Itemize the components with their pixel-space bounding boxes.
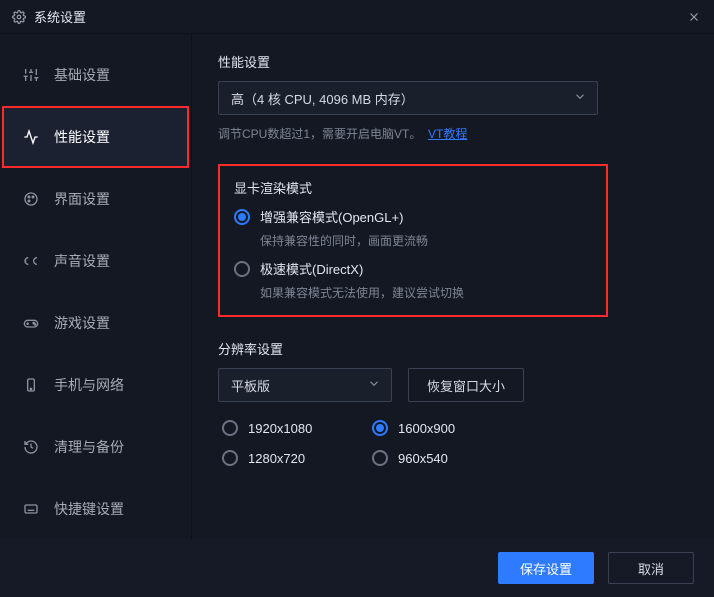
perf-level-value: 高（4 核 CPU, 4096 MB 内存） (231, 89, 414, 108)
close-button[interactable] (686, 9, 702, 25)
perf-section-title: 性能设置 (218, 52, 688, 71)
sidebar-item-label: 基础设置 (54, 65, 110, 85)
sidebar-item-basic[interactable]: 基础设置 (0, 44, 191, 106)
radio-icon (234, 261, 250, 277)
cancel-button[interactable]: 取消 (608, 552, 694, 584)
vt-tutorial-link[interactable]: VT教程 (428, 127, 467, 141)
resolution-option-label: 1600x900 (398, 421, 455, 436)
sidebar: 基础设置 性能设置 界面设置 声音设置 游戏设置 (0, 34, 192, 539)
perf-level-select[interactable]: 高（4 核 CPU, 4096 MB 内存） (218, 81, 598, 115)
resolution-option-label: 960x540 (398, 451, 448, 466)
render-option-hint: 如果兼容模式无法使用，建议尝试切换 (260, 284, 592, 301)
resolution-section-title: 分辨率设置 (218, 339, 688, 358)
keyboard-icon (22, 500, 40, 518)
render-mode-panel: 显卡渲染模式 增强兼容模式(OpenGL+) 保持兼容性的同时，画面更流畅 极速… (218, 164, 608, 317)
window-title: 系统设置 (34, 7, 86, 26)
render-option-label: 增强兼容模式(OpenGL+) (260, 207, 403, 226)
radio-icon (234, 209, 250, 225)
sidebar-item-interface[interactable]: 界面设置 (0, 168, 191, 230)
sidebar-item-label: 快捷键设置 (54, 499, 124, 519)
sliders-icon (22, 66, 40, 84)
sidebar-item-performance[interactable]: 性能设置 (2, 106, 189, 168)
render-section-title: 显卡渲染模式 (234, 178, 592, 197)
chevron-down-icon (573, 90, 587, 107)
resolution-option-960x540[interactable]: 960x540 (372, 450, 522, 466)
sidebar-item-sound[interactable]: 声音设置 (0, 230, 191, 292)
content: 性能设置 高（4 核 CPU, 4096 MB 内存） 调节CPU数超过1，需要… (192, 34, 714, 539)
gear-icon (12, 10, 26, 24)
phone-icon (22, 376, 40, 394)
resolution-option-label: 1920x1080 (248, 421, 312, 436)
resolution-mode-value: 平板版 (231, 376, 270, 395)
sidebar-item-phone-network[interactable]: 手机与网络 (0, 354, 191, 416)
sound-icon (22, 252, 40, 270)
sidebar-item-label: 游戏设置 (54, 313, 110, 333)
palette-icon (22, 190, 40, 208)
resolution-option-label: 1280x720 (248, 451, 305, 466)
radio-icon (222, 420, 238, 436)
render-option-directx[interactable]: 极速模式(DirectX) (234, 259, 592, 278)
chevron-down-icon (367, 377, 381, 394)
history-icon (22, 438, 40, 456)
sidebar-item-cleanup-backup[interactable]: 清理与备份 (0, 416, 191, 478)
sidebar-item-shortcut[interactable]: 快捷键设置 (0, 478, 191, 540)
resolution-option-1920x1080[interactable]: 1920x1080 (222, 420, 372, 436)
sidebar-item-label: 界面设置 (54, 189, 110, 209)
render-option-hint: 保持兼容性的同时，画面更流畅 (260, 232, 592, 249)
save-button[interactable]: 保存设置 (498, 552, 594, 584)
radio-icon (372, 450, 388, 466)
restore-window-size-button[interactable]: 恢复窗口大小 (408, 368, 524, 402)
sidebar-item-label: 清理与备份 (54, 437, 124, 457)
render-option-opengl[interactable]: 增强兼容模式(OpenGL+) (234, 207, 592, 226)
sidebar-item-label: 手机与网络 (54, 375, 124, 395)
footer: 保存设置 取消 (0, 539, 714, 597)
radio-icon (372, 420, 388, 436)
resolution-mode-select[interactable]: 平板版 (218, 368, 392, 402)
sidebar-item-label: 性能设置 (54, 127, 110, 147)
gamepad-icon (22, 314, 40, 332)
render-option-label: 极速模式(DirectX) (260, 259, 363, 278)
perf-hint: 调节CPU数超过1，需要开启电脑VT。 VT教程 (218, 125, 688, 142)
resolution-option-1600x900[interactable]: 1600x900 (372, 420, 522, 436)
radio-icon (222, 450, 238, 466)
titlebar: 系统设置 (0, 0, 714, 34)
sidebar-item-label: 声音设置 (54, 251, 110, 271)
sidebar-item-game[interactable]: 游戏设置 (0, 292, 191, 354)
activity-icon (22, 128, 40, 146)
resolution-option-1280x720[interactable]: 1280x720 (222, 450, 372, 466)
